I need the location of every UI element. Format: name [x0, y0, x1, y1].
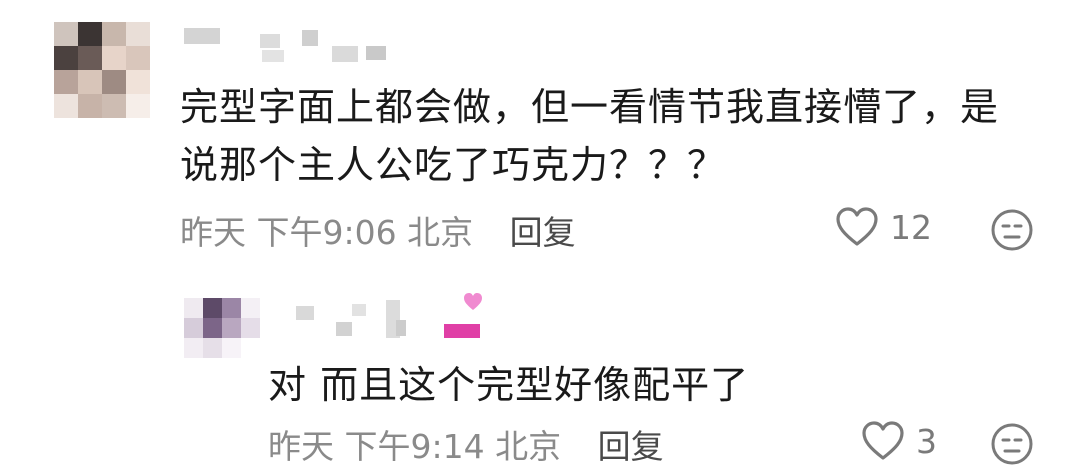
comment-line: 完型字面上都会做，但一看情节我直接懵了，是: [180, 85, 1000, 129]
timestamp: 昨天 下午9:14 北京: [268, 427, 562, 466]
reply-meta: 昨天 下午9:14 北京 回复: [268, 420, 664, 468]
heart-outline-icon: [836, 207, 878, 246]
avatar[interactable]: [184, 298, 260, 358]
comment-meta: 昨天 下午9:06 北京 回复: [180, 206, 576, 254]
reply-button[interactable]: 回复: [510, 213, 576, 252]
like-count: 12: [890, 207, 932, 247]
reply-line: 对 而且这个完型好像配平了: [268, 363, 750, 407]
like-count: 3: [916, 421, 937, 461]
user-badge: [442, 292, 486, 344]
comment-text: 完型字面上都会做，但一看情节我直接懵了，是 说那个主人公吃了巧克力？？？: [180, 78, 999, 194]
comment-line: 说那个主人公吃了巧克力？？？: [180, 143, 727, 187]
emoji-face-icon: [991, 209, 1033, 251]
like-button[interactable]: 3: [860, 420, 937, 462]
heart-badge-icon: [444, 293, 482, 338]
heart-outline-icon: [862, 421, 904, 460]
emoji-reaction-button[interactable]: [990, 422, 1034, 470]
reply-button[interactable]: 回复: [598, 427, 664, 466]
timestamp: 昨天 下午9:06 北京: [180, 213, 474, 252]
emoji-reaction-button[interactable]: [990, 208, 1034, 256]
reply-text: 对 而且这个完型好像配平了: [268, 356, 749, 414]
like-button[interactable]: 12: [834, 206, 932, 248]
username-blurred[interactable]: [184, 28, 414, 64]
avatar[interactable]: [54, 22, 150, 118]
emoji-face-icon: [991, 423, 1033, 465]
